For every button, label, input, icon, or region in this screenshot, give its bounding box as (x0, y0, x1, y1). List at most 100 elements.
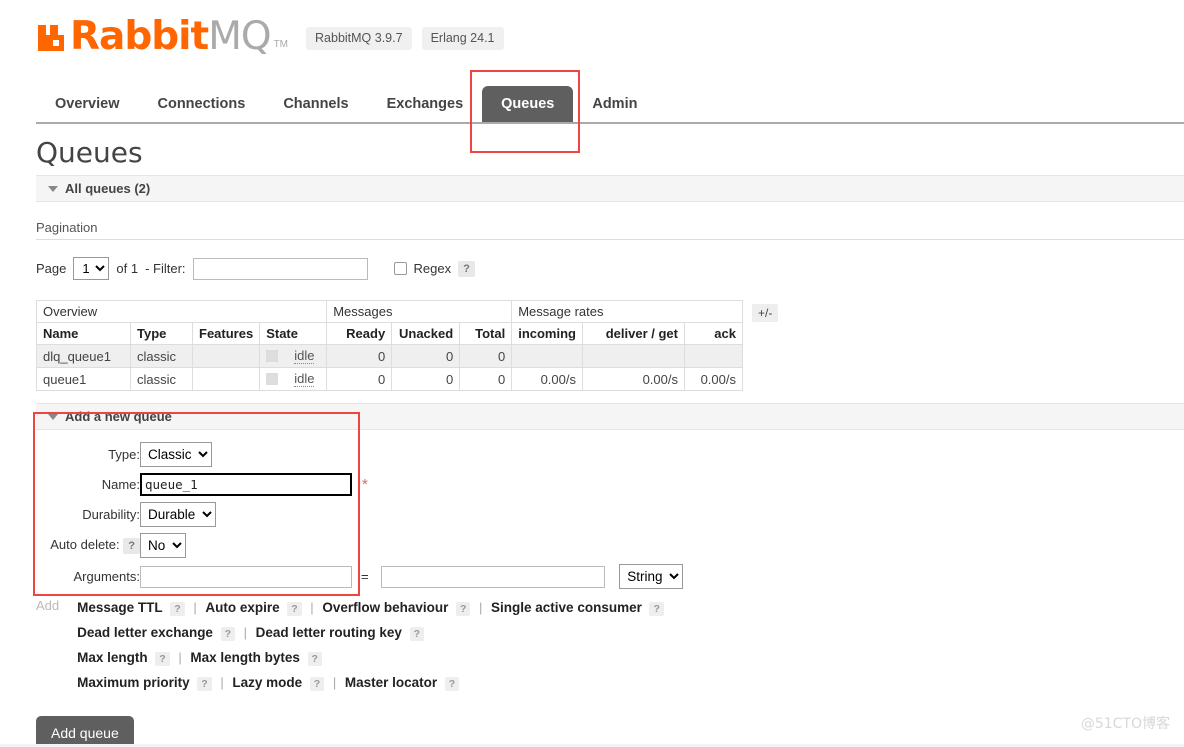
section-all-queues[interactable]: All queues (2) (36, 175, 1184, 202)
cell-name[interactable]: queue1 (36, 367, 131, 391)
preset-dead-letter-routing-key-help-icon[interactable]: ? (409, 627, 424, 641)
cell-state: idle (259, 367, 328, 391)
tab-channels[interactable]: Channels (264, 86, 367, 122)
preset-max-length-help-icon[interactable]: ? (155, 652, 170, 666)
table-row[interactable]: dlq_queue1 classic idle 0 0 0 (36, 344, 743, 368)
cell-ready: 0 (326, 344, 393, 368)
chevron-down-icon (48, 413, 58, 420)
auto-delete-help-icon[interactable]: ? (123, 538, 140, 554)
name-label: Name: (101, 477, 140, 492)
nav-underline (36, 122, 1184, 124)
preset-message-ttl-help-icon[interactable]: ? (170, 602, 185, 616)
form-row-name: Name: * (36, 470, 683, 499)
preset-line-3: Max length ? | Max length bytes ? (77, 646, 664, 671)
argument-type-select[interactable]: String (619, 564, 684, 589)
preset-lazy-mode-help-icon[interactable]: ? (309, 677, 325, 691)
col-type[interactable]: Type (130, 322, 193, 345)
queue-name-input[interactable] (140, 473, 352, 496)
tab-overview[interactable]: Overview (36, 86, 139, 122)
group-header-overview: Overview (35, 300, 328, 323)
regex-label: Regex (413, 261, 452, 276)
preset-maximum-priority-help-icon[interactable]: ? (197, 677, 212, 691)
filter-input[interactable] (192, 257, 368, 280)
col-deliver-get[interactable]: deliver / get (581, 322, 685, 345)
col-ready[interactable]: Ready (326, 322, 393, 345)
cell-type: classic (130, 367, 193, 391)
table-column-header-row: Name Type Features State Ready Unacked T… (36, 322, 743, 345)
durability-select[interactable]: Durable (140, 502, 216, 527)
queues-table: Overview Messages Message rates Name Typ… (35, 300, 743, 391)
col-features[interactable]: Features (191, 322, 261, 345)
preset-dead-letter-exchange[interactable]: Dead letter exchange (77, 625, 213, 640)
section-add-new-queue[interactable]: Add a new queue (36, 403, 1184, 430)
preset-line-1: Message TTL ? | Auto expire ? | Overflow… (77, 596, 664, 621)
cell-incoming (511, 344, 583, 368)
add-queue-form: Type: Classic Name: * Durability: (36, 439, 1184, 696)
preset-auto-expire-help-icon[interactable]: ? (287, 602, 302, 616)
preset-overflow-behaviour-help-icon[interactable]: ? (455, 602, 471, 616)
cell-state: idle (259, 344, 328, 368)
preset-dead-letter-routing-key[interactable]: Dead letter routing key (256, 625, 402, 640)
preset-separator: | (193, 600, 197, 615)
col-incoming[interactable]: incoming (511, 322, 583, 345)
preset-line-2: Dead letter exchange ? | Dead letter rou… (77, 621, 664, 646)
main-navigation: Overview Connections Channels Exchanges … (0, 82, 1184, 124)
preset-max-length[interactable]: Max length (77, 650, 148, 665)
tab-connections[interactable]: Connections (139, 86, 265, 122)
argument-value-input[interactable] (381, 565, 606, 588)
state-indicator-icon (266, 373, 279, 385)
state-label: idle (294, 348, 315, 364)
add-queue-button[interactable]: Add queue (36, 716, 134, 747)
preset-overflow-behaviour[interactable]: Overflow behaviour (322, 600, 448, 615)
col-total[interactable]: Total (459, 322, 513, 345)
preset-separator: | (310, 600, 314, 615)
regex-help-icon[interactable]: ? (458, 260, 475, 277)
pagination-section: Pagination Page 1 of 1 - Filter: Regex ? (36, 220, 1184, 280)
table-row[interactable]: queue1 classic idle 0 0 0 0.00/s 0.00/s … (36, 367, 743, 391)
preset-master-locator-help-icon[interactable]: ? (444, 677, 460, 691)
preset-max-length-bytes-help-icon[interactable]: ? (307, 652, 322, 666)
cell-total: 0 (459, 367, 513, 391)
chevron-down-icon (48, 185, 58, 192)
col-ack[interactable]: ack (683, 322, 743, 345)
tab-exchanges[interactable]: Exchanges (368, 86, 483, 122)
argument-equals-sign: = (361, 569, 369, 584)
queue-type-select[interactable]: Classic (140, 442, 212, 467)
page-select[interactable]: 1 (73, 257, 110, 280)
toggle-columns-button[interactable]: +/- (751, 304, 779, 322)
preset-dead-letter-exchange-help-icon[interactable]: ? (220, 627, 235, 641)
preset-auto-expire[interactable]: Auto expire (205, 600, 279, 615)
rabbitmq-management-page: Rabbit MQ TM RabbitMQ 3.9.7 Erlang 24.1 … (0, 0, 1184, 747)
tab-queues[interactable]: Queues (482, 86, 574, 122)
logo-trademark: TM (273, 39, 289, 50)
preset-maximum-priority[interactable]: Maximum priority (77, 675, 190, 690)
col-unacked[interactable]: Unacked (391, 322, 461, 345)
rabbitmq-logo-icon (36, 21, 66, 53)
filter-label: - Filter: (145, 261, 186, 276)
preset-max-length-bytes[interactable]: Max length bytes (190, 650, 300, 665)
argument-key-input[interactable] (140, 565, 352, 588)
add-argument-link[interactable]: Add (36, 596, 77, 613)
preset-separator: | (178, 650, 182, 665)
preset-single-active-consumer[interactable]: Single active consumer (491, 600, 642, 615)
group-header-messages: Messages (326, 300, 513, 323)
preset-separator: | (243, 625, 248, 640)
brand-logo[interactable]: Rabbit MQ TM RabbitMQ 3.9.7 Erlang 24.1 (36, 17, 1184, 56)
page-header: Rabbit MQ TM RabbitMQ 3.9.7 Erlang 24.1 (0, 0, 1184, 72)
tab-admin[interactable]: Admin (573, 86, 656, 122)
cell-name[interactable]: dlq_queue1 (36, 344, 131, 368)
col-state[interactable]: State (259, 322, 328, 345)
cell-features (191, 344, 261, 368)
preset-lazy-mode[interactable]: Lazy mode (232, 675, 302, 690)
preset-single-active-consumer-help-icon[interactable]: ? (649, 602, 664, 616)
regex-checkbox[interactable] (393, 262, 407, 275)
auto-delete-select[interactable]: No (140, 533, 186, 558)
col-name[interactable]: Name (36, 322, 131, 345)
preset-message-ttl[interactable]: Message TTL (77, 600, 163, 615)
cell-incoming: 0.00/s (511, 367, 583, 391)
badge-rabbitmq-version: RabbitMQ 3.9.7 (306, 27, 412, 50)
cell-unacked: 0 (391, 367, 461, 391)
auto-delete-label-cell: Auto delete: ? (36, 530, 140, 561)
preset-master-locator[interactable]: Master locator (345, 675, 437, 690)
version-badges: RabbitMQ 3.9.7 Erlang 24.1 (306, 27, 504, 50)
